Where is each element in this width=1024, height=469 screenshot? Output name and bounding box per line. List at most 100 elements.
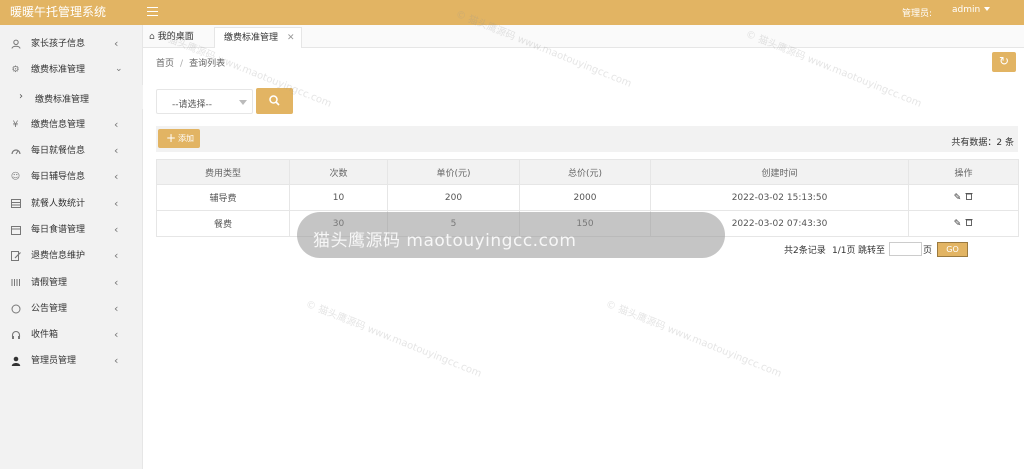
watermark-banner: 猫头鹰源码 maotouyingcc.com xyxy=(297,212,725,258)
table-icon xyxy=(10,199,21,210)
headset-icon xyxy=(10,330,21,341)
add-button[interactable]: + 添加 xyxy=(158,129,200,148)
user-icon xyxy=(10,39,21,50)
sidebar-subitem-fee-standard[interactable]: › 缴费标准管理 xyxy=(0,85,143,109)
cell-actions: ✎ xyxy=(908,210,1019,237)
edit-icon xyxy=(10,251,21,262)
chevron-left-icon: ‹ xyxy=(114,276,119,289)
table-header-row: 费用类型 次数 单价(元) 总价(元) 创建时间 操作 xyxy=(156,159,1019,185)
sidebar-item-label: 公告管理 xyxy=(31,304,68,314)
admin-username: admin xyxy=(952,5,981,15)
caret-down-icon xyxy=(984,6,991,11)
col-total-price: 总价(元) xyxy=(519,159,651,185)
sidebar-item-meal-stats[interactable]: 就餐人数统计 ‹ xyxy=(0,191,143,217)
add-button-label: 添加 xyxy=(178,134,194,143)
gear-icon: ⚙ xyxy=(11,65,20,75)
trash-icon[interactable] xyxy=(965,218,973,229)
pager-unit: 页 xyxy=(923,246,933,256)
chevron-left-icon: ‹ xyxy=(114,249,119,262)
person-icon xyxy=(10,356,21,367)
sidebar-item-label: 管理员管理 xyxy=(31,356,77,366)
sidebar-item-daily-recipes[interactable]: 每日食谱管理 ‹ xyxy=(0,217,143,243)
caret-down-icon xyxy=(239,100,247,105)
sidebar-item-parents[interactable]: 家长孩子信息 ‹ xyxy=(0,31,143,57)
sidebar-item-label: 收件箱 xyxy=(31,330,59,340)
chevron-left-icon: ‹ xyxy=(114,302,119,315)
dashboard-icon xyxy=(10,146,21,157)
cell-fee-type: 辅导费 xyxy=(156,184,290,211)
sidebar-item-payment-info[interactable]: ¥ 缴费信息管理 ‹ xyxy=(0,112,143,138)
sidebar-item-label: 缴费标准管理 xyxy=(31,65,86,75)
total-count: 共有数据：2 条 xyxy=(951,138,1014,148)
tab-label: 我的桌面 xyxy=(157,32,194,42)
sidebar-item-label: 每日食谱管理 xyxy=(31,225,86,235)
refresh-button[interactable]: ↻ xyxy=(992,52,1016,72)
admin-user-dropdown[interactable]: admin xyxy=(952,5,991,15)
app-title: 暖暖午托管理系统 xyxy=(10,5,107,19)
chevron-left-icon: ‹ xyxy=(114,170,119,183)
chevron-down-icon: ⌄ xyxy=(115,64,123,74)
sidebar-item-refund-info[interactable]: 退费信息维护 ‹ xyxy=(0,243,143,269)
sidebar-item-daily-meals[interactable]: 每日就餐信息 ‹ xyxy=(0,138,143,164)
breadcrumb-separator: / xyxy=(180,59,184,69)
pager-records: 共2条记录 xyxy=(784,246,826,256)
chevron-left-icon: ‹ xyxy=(114,37,119,50)
col-created-time: 创建时间 xyxy=(650,159,909,185)
calendar-icon xyxy=(10,225,21,236)
tab-desktop[interactable]: ⌂ 我的桌面 xyxy=(149,27,213,48)
sidebar-item-leave[interactable]: 请假管理 ‹ xyxy=(0,270,143,296)
pagination: 共2条记录 1/1页 跳转至 xyxy=(784,243,885,256)
search-icon xyxy=(269,95,280,106)
sidebar-item-daily-tutoring[interactable]: ☺ 每日辅导信息 ‹ xyxy=(0,164,143,190)
fee-type-select[interactable]: --请选择-- xyxy=(156,89,253,114)
menu-toggle-icon[interactable] xyxy=(145,4,161,20)
sidebar-subitem-label: 缴费标准管理 xyxy=(35,95,90,105)
cell-total-price: 2000 xyxy=(519,184,651,211)
chevron-left-icon: ‹ xyxy=(114,328,119,341)
yen-icon: ¥ xyxy=(12,120,19,130)
col-actions: 操作 xyxy=(908,159,1019,185)
tab-fee-standard[interactable]: 缴费标准管理 ✕ xyxy=(214,27,302,48)
edit-icon[interactable]: ✎ xyxy=(954,193,962,203)
chevron-left-icon: ‹ xyxy=(114,197,119,210)
sidebar-item-label: 退费信息维护 xyxy=(31,251,86,261)
home-icon: ⌂ xyxy=(149,32,155,42)
trash-icon[interactable] xyxy=(965,192,973,203)
col-unit-price: 单价(元) xyxy=(387,159,520,185)
cell-created-time: 2022-03-02 15:13:50 xyxy=(650,184,909,211)
watermark-text: 猫头鹰源码 maotouyingcc.com xyxy=(313,231,577,251)
sidebar-item-label: 每日辅导信息 xyxy=(31,172,86,182)
cell-unit-price: 200 xyxy=(387,184,520,211)
cell-fee-type: 餐费 xyxy=(156,210,290,237)
table-toolbar: + 添加 共有数据：2 条 xyxy=(156,126,1018,152)
cell-actions: ✎ xyxy=(908,184,1019,211)
close-icon[interactable]: ✕ xyxy=(287,28,295,48)
smile-icon: ☺ xyxy=(10,172,21,182)
go-button[interactable]: GO xyxy=(937,242,968,257)
breadcrumb: 首页 / 查询列表 xyxy=(156,56,225,69)
sidebar-item-label: 缴费信息管理 xyxy=(31,120,86,130)
chevron-left-icon: ‹ xyxy=(114,118,119,131)
top-header: 暖暖午托管理系统 管理员: admin xyxy=(0,0,1024,25)
sidebar-item-label: 请假管理 xyxy=(31,278,68,288)
sidebar-item-admins[interactable]: 管理员管理 ‹ xyxy=(0,348,143,374)
select-value: --请选择-- xyxy=(172,100,212,110)
sidebar-item-fee-standard[interactable]: ⚙ 缴费标准管理 ⌄ xyxy=(0,57,143,83)
pager-pages: 1/1页 xyxy=(832,246,856,256)
bars-icon xyxy=(10,278,21,289)
page-jump-input[interactable] xyxy=(889,242,922,256)
chevron-right-icon: › xyxy=(19,91,23,102)
pager-jump-label: 跳转至 xyxy=(858,246,886,256)
breadcrumb-home[interactable]: 首页 xyxy=(156,59,174,69)
watermark-tile: © 猫头鹰源码 www.maotouyingcc.com xyxy=(304,298,483,380)
search-button[interactable] xyxy=(256,88,293,114)
refresh-icon: ↻ xyxy=(998,54,1010,68)
sidebar-item-announcements[interactable]: 公告管理 ‹ xyxy=(0,296,143,322)
admin-label: 管理员: xyxy=(902,9,933,19)
sidebar-item-label: 家长孩子信息 xyxy=(31,39,86,49)
edit-icon[interactable]: ✎ xyxy=(954,219,962,229)
sidebar-item-inbox[interactable]: 收件箱 ‹ xyxy=(0,322,143,348)
chevron-left-icon: ‹ xyxy=(114,223,119,236)
plus-icon: + xyxy=(166,131,177,145)
chevron-left-icon: ‹ xyxy=(114,144,119,157)
